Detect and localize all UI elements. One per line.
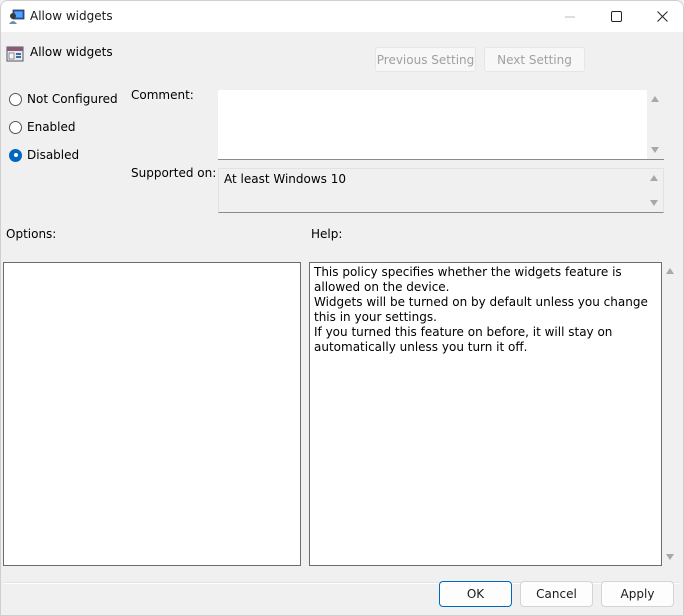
supported-on-field: At least Windows 10: [218, 168, 664, 213]
policy-setting-icon: [6, 45, 24, 63]
scroll-up-icon[interactable]: [650, 175, 658, 181]
help-paragraph: If you turned this feature on before, it…: [314, 325, 613, 354]
radio-circle[interactable]: [9, 120, 22, 134]
radio-disabled[interactable]: Disabled: [9, 148, 79, 162]
help-paragraph: This policy specifies whether the widget…: [314, 265, 622, 294]
scroll-down-icon[interactable]: [651, 147, 659, 153]
radio-label: Enabled: [27, 120, 76, 134]
help-scrollbar[interactable]: [662, 262, 679, 566]
radio-not-configured[interactable]: Not Configured: [9, 92, 118, 106]
help-label: Help:: [311, 227, 343, 241]
scroll-down-icon[interactable]: [650, 200, 658, 206]
comment-scrollbar[interactable]: [647, 90, 664, 159]
close-icon: [656, 11, 668, 22]
help-panel: This policy specifies whether the widget…: [309, 262, 662, 566]
minimize-icon: [565, 16, 575, 17]
apply-button[interactable]: Apply: [601, 581, 674, 607]
maximize-button[interactable]: [593, 1, 639, 32]
comment-textarea[interactable]: [218, 90, 664, 160]
scroll-up-icon[interactable]: [651, 96, 659, 102]
radio-label: Not Configured: [27, 92, 118, 106]
scroll-up-icon[interactable]: [666, 268, 674, 274]
scroll-down-icon[interactable]: [666, 554, 674, 560]
radio-enabled[interactable]: Enabled: [9, 120, 76, 134]
previous-setting-button[interactable]: Previous Setting: [375, 47, 476, 72]
window-title: Allow widgets: [30, 9, 113, 23]
group-policy-computer-icon: [8, 8, 25, 25]
maximize-icon: [610, 11, 622, 22]
next-setting-button[interactable]: Next Setting: [484, 47, 585, 72]
radio-circle-selected[interactable]: [9, 148, 22, 162]
close-button[interactable]: [639, 1, 683, 32]
policy-dialog-window: Allow widgets Allow widgets Previous Set…: [0, 0, 684, 616]
help-paragraph: Widgets will be turned on by default unl…: [314, 295, 648, 324]
supported-on-label: Supported on:: [131, 166, 217, 180]
minimize-button[interactable]: [547, 1, 593, 32]
radio-circle[interactable]: [9, 92, 22, 106]
comment-label: Comment:: [131, 88, 194, 102]
options-label: Options:: [6, 227, 57, 241]
supported-on-value: At least Windows 10: [224, 172, 347, 186]
radio-label: Disabled: [27, 148, 80, 162]
ok-button[interactable]: OK: [439, 581, 512, 607]
title-bar: Allow widgets: [1, 1, 683, 32]
cancel-button[interactable]: Cancel: [520, 581, 593, 607]
options-panel: [3, 262, 301, 566]
supported-scrollbar[interactable]: [646, 169, 663, 212]
policy-name: Allow widgets: [30, 45, 113, 59]
